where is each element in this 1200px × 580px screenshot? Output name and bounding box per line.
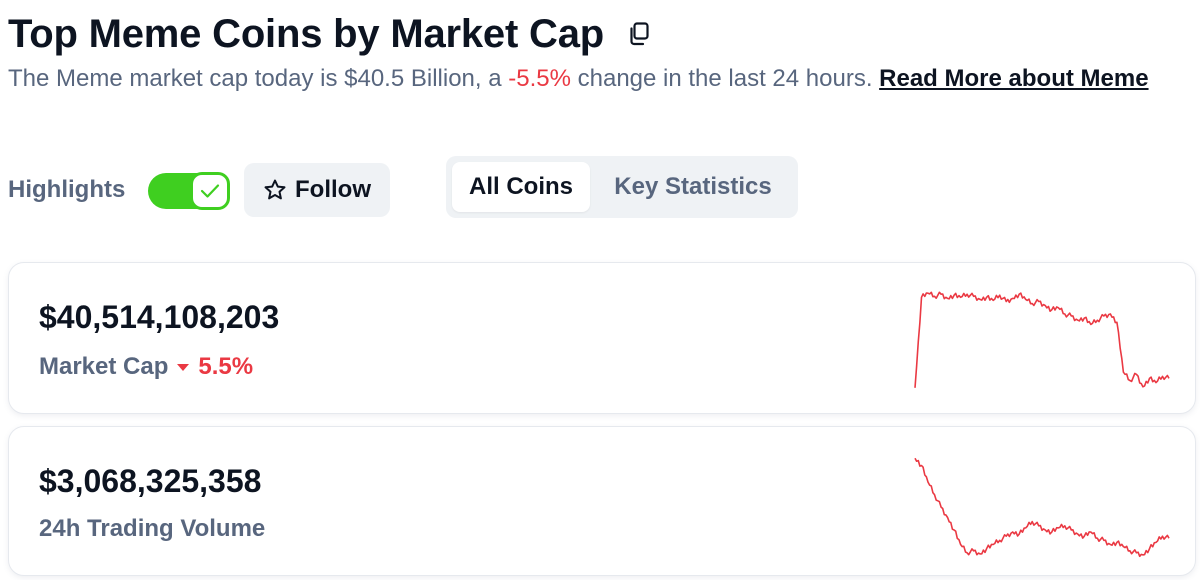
- summary-suffix: change in the last 24 hours.: [570, 65, 880, 92]
- volume-value: $3,068,325,358: [39, 463, 262, 499]
- summary-change: -5.5%: [508, 65, 571, 92]
- caret-down-icon: [177, 363, 190, 371]
- highlights-toggle[interactable]: [148, 172, 230, 210]
- toggle-knob: [190, 172, 230, 210]
- volume-label: 24h Trading Volume: [39, 515, 266, 542]
- follow-label: Follow: [295, 176, 371, 203]
- follow-button[interactable]: Follow: [244, 163, 390, 217]
- volume-label-row: 24h Trading Volume: [39, 515, 265, 543]
- copy-icon[interactable]: [626, 21, 652, 47]
- market-cap-change-value: 5.5%: [198, 353, 254, 380]
- sparkline-path: [914, 457, 1170, 558]
- market-cap-change: 5.5%: [176, 353, 253, 381]
- market-cap-value: $40,514,108,203: [39, 299, 280, 335]
- page-title: Top Meme Coins by Market Cap: [8, 12, 604, 56]
- check-icon: [200, 184, 220, 198]
- read-more-link[interactable]: Read More about Meme: [879, 65, 1148, 92]
- market-cap-sparkline: [914, 291, 1170, 388]
- highlights-label: Highlights: [8, 176, 126, 203]
- market-summary: The Meme market cap today is $40.5 Billi…: [8, 62, 1188, 96]
- star-outline-icon: [264, 179, 286, 200]
- summary-prefix: The Meme market cap today is $40.5 Billi…: [8, 65, 509, 92]
- volume-sparkline: [914, 457, 1170, 558]
- market-cap-label-row: Market Cap 5.5%: [39, 353, 253, 381]
- market-cap-label: Market Cap: [39, 353, 169, 380]
- sparkline-path: [914, 291, 1170, 388]
- tab-all-coins[interactable]: All Coins: [452, 162, 590, 212]
- controls-bar: Highlights Follow All Coins Key Statisti…: [8, 156, 1198, 222]
- view-tabs: All Coins Key Statistics: [446, 156, 798, 218]
- tab-key-statistics[interactable]: Key Statistics: [598, 162, 788, 212]
- volume-card: $3,068,325,358 24h Trading Volume: [8, 426, 1196, 576]
- page-header: Top Meme Coins by Market Cap: [8, 10, 652, 58]
- market-cap-card: $40,514,108,203 Market Cap 5.5%: [8, 262, 1196, 414]
